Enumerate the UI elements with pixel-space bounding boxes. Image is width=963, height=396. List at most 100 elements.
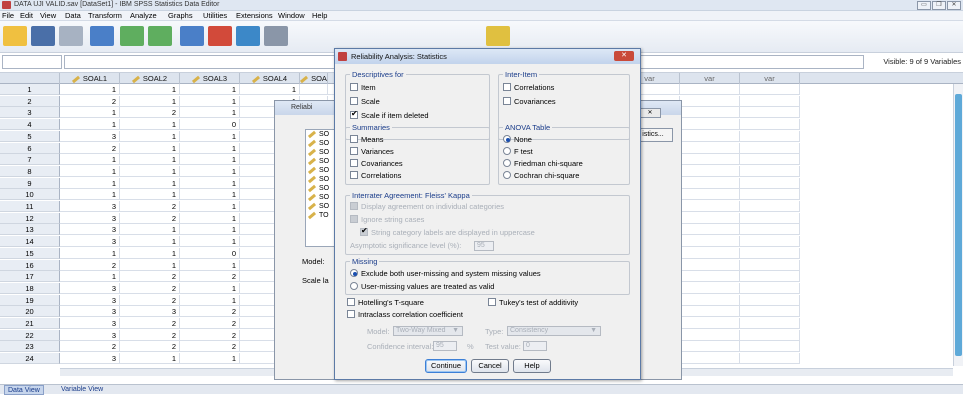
menu-extensions[interactable]: Extensions	[236, 11, 273, 21]
table-cell[interactable]: 1	[180, 353, 240, 365]
table-cell[interactable]	[680, 201, 740, 212]
table-cell[interactable]: 2	[120, 282, 180, 294]
table-cell[interactable]: 1	[180, 282, 240, 294]
bg-dialog-close-icon[interactable]: ✕	[639, 108, 661, 118]
row-header[interactable]: 4	[0, 119, 60, 131]
table-cell[interactable]	[740, 224, 800, 236]
grid-corner[interactable]	[0, 73, 60, 84]
anova-ftest-radio[interactable]: F test	[503, 147, 533, 157]
column-header[interactable]: SOAL2	[120, 73, 180, 84]
table-cell[interactable]	[740, 201, 800, 212]
table-cell[interactable]	[680, 165, 740, 177]
table-cell[interactable]: 2	[60, 341, 120, 353]
table-cell[interactable]: 1	[120, 154, 180, 166]
redo-icon[interactable]	[148, 26, 172, 46]
table-cell[interactable]: 1	[180, 165, 240, 177]
table-cell[interactable]: 2	[120, 271, 180, 283]
table-cell[interactable]: 1	[180, 224, 240, 236]
table-cell[interactable]	[680, 130, 740, 142]
anova-cochran-radio[interactable]: Cochran chi-square	[503, 171, 579, 181]
user-missing-valid-radio[interactable]: User-missing values are treated as valid	[350, 282, 494, 292]
table-cell[interactable]: 1	[180, 212, 240, 224]
table-cell[interactable]: 1	[180, 107, 240, 119]
table-cell[interactable]: 1	[180, 189, 240, 201]
table-cell[interactable]: 3	[60, 318, 120, 329]
table-cell[interactable]: 1	[120, 95, 180, 107]
row-header[interactable]: 22	[0, 329, 60, 341]
table-cell[interactable]: 3	[60, 306, 120, 318]
tukey-checkbox[interactable]: Tukey's test of additivity	[488, 298, 578, 308]
table-cell[interactable]: 2	[120, 329, 180, 341]
table-cell[interactable]: 2	[120, 294, 180, 306]
summary-covariances-checkbox[interactable]: Covariances	[350, 159, 403, 169]
dialog-recall-icon[interactable]	[90, 26, 114, 46]
table-cell[interactable]	[740, 189, 800, 201]
table-cell[interactable]: 1	[60, 189, 120, 201]
row-header[interactable]: 5	[0, 130, 60, 142]
save-icon[interactable]	[31, 26, 55, 46]
summary-correlations-checkbox[interactable]: Correlations	[350, 171, 401, 181]
table-cell[interactable]: 1	[60, 271, 120, 283]
table-cell[interactable]: 3	[60, 201, 120, 212]
table-cell[interactable]: 1	[120, 247, 180, 259]
ignore-string-cases-checkbox[interactable]: Ignore string cases	[350, 215, 424, 225]
table-cell[interactable]	[740, 154, 800, 166]
table-cell[interactable]: 1	[60, 107, 120, 119]
table-cell[interactable]	[740, 259, 800, 271]
help-button[interactable]: Help	[513, 359, 551, 373]
row-header[interactable]: 19	[0, 294, 60, 306]
row-header[interactable]: 10	[0, 189, 60, 201]
correlations-checkbox[interactable]: Correlations	[503, 83, 554, 93]
table-cell[interactable]: 2	[120, 318, 180, 329]
table-cell[interactable]	[740, 177, 800, 189]
table-cell[interactable]: 1	[180, 236, 240, 248]
table-cell[interactable]: 1	[240, 84, 300, 95]
table-cell[interactable]	[740, 341, 800, 353]
row-header[interactable]: 8	[0, 165, 60, 177]
table-cell[interactable]: 1	[120, 177, 180, 189]
test-value-input[interactable]: 0	[523, 341, 547, 351]
column-header[interactable]: SOA	[300, 73, 328, 84]
table-cell[interactable]: 1	[60, 247, 120, 259]
table-cell[interactable]: 2	[180, 306, 240, 318]
print-icon[interactable]	[59, 26, 83, 46]
table-cell[interactable]: 2	[180, 271, 240, 283]
table-cell[interactable]	[740, 353, 800, 365]
icc-model-select[interactable]: Two-Way Mixed ▼	[393, 326, 463, 336]
table-cell[interactable]	[680, 318, 740, 329]
column-header[interactable]: SOAL1	[60, 73, 120, 84]
table-cell[interactable]: 1	[60, 154, 120, 166]
table-cell[interactable]: 1	[120, 259, 180, 271]
table-cell[interactable]	[680, 142, 740, 154]
table-cell[interactable]: 2	[60, 259, 120, 271]
variables-icon[interactable]	[236, 26, 260, 46]
scale-checkbox[interactable]: Scale	[350, 97, 380, 107]
table-cell[interactable]: 1	[180, 154, 240, 166]
table-cell[interactable]: 2	[60, 142, 120, 154]
asymptotic-level-input[interactable]: 95	[474, 241, 494, 251]
table-cell[interactable]	[680, 353, 740, 365]
table-cell[interactable]: 1	[120, 84, 180, 95]
table-cell[interactable]: 2	[180, 341, 240, 353]
goto-variable-icon[interactable]	[208, 26, 232, 46]
table-cell[interactable]: 1	[60, 119, 120, 131]
table-cell[interactable]: 2	[120, 341, 180, 353]
table-cell[interactable]: 1	[60, 177, 120, 189]
goto-case-icon[interactable]	[180, 26, 204, 46]
means-checkbox[interactable]: Means	[350, 135, 384, 145]
confidence-interval-input[interactable]: 95	[433, 341, 457, 351]
table-cell[interactable]	[740, 247, 800, 259]
table-cell[interactable]: 1	[180, 84, 240, 95]
display-agreement-checkbox[interactable]: Display agreement on individual categori…	[350, 202, 504, 212]
row-header[interactable]: 20	[0, 306, 60, 318]
covariances-checkbox[interactable]: Covariances	[503, 97, 556, 107]
table-cell[interactable]	[740, 236, 800, 248]
maximize-icon[interactable]: ❐	[932, 1, 946, 10]
row-header[interactable]: 16	[0, 259, 60, 271]
menu-help[interactable]: Help	[312, 11, 327, 21]
table-cell[interactable]	[740, 107, 800, 119]
item-checkbox[interactable]: Item	[350, 83, 376, 93]
table-cell[interactable]: 3	[60, 282, 120, 294]
row-header[interactable]: 18	[0, 282, 60, 294]
table-cell[interactable]	[680, 119, 740, 131]
